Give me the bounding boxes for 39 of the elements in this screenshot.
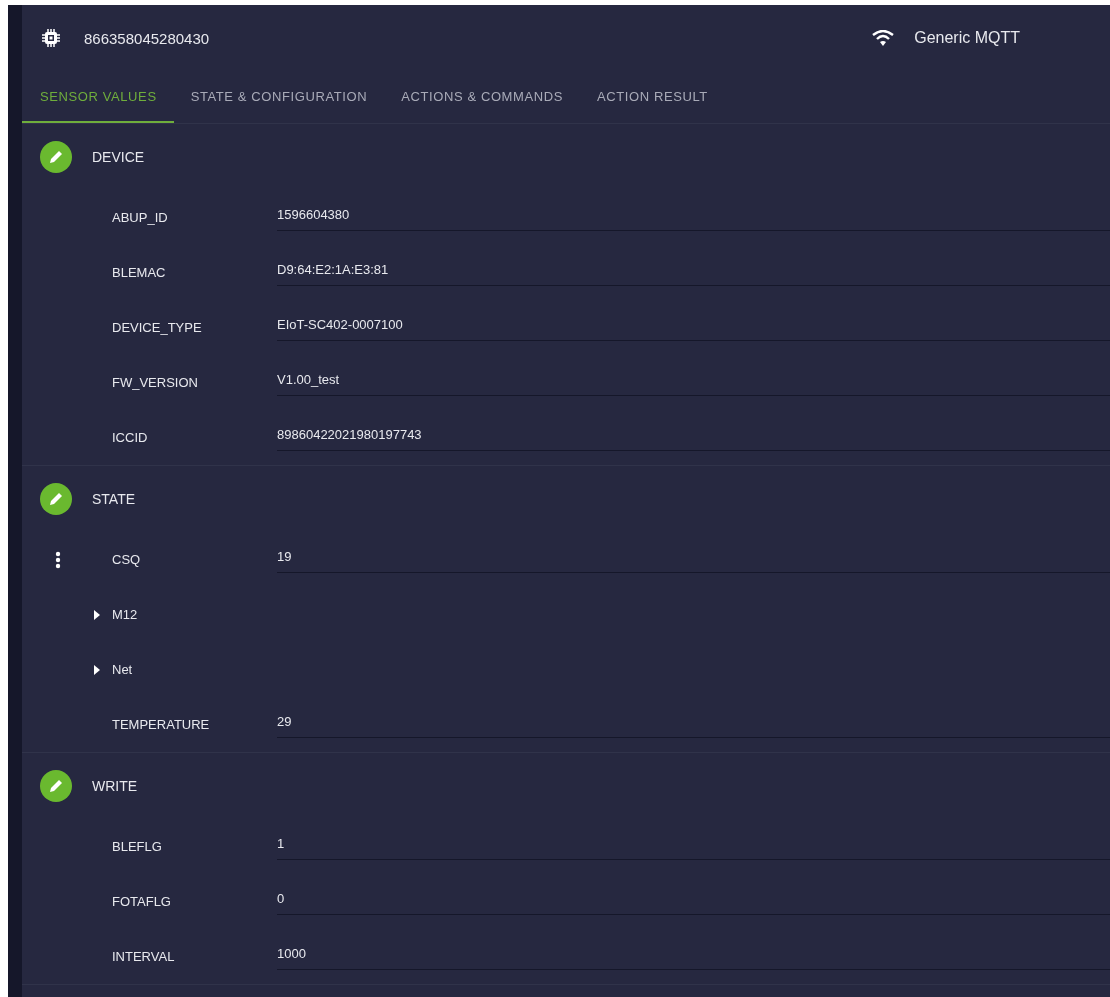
field-label: FOTAFLG xyxy=(112,894,171,909)
value-field[interactable]: EIoT-SC402-0007100 xyxy=(277,308,1110,341)
group-label[interactable]: Net xyxy=(112,662,133,677)
tab[interactable]: STATE & CONFIGURATION xyxy=(173,71,385,123)
field-label: BLEFLG xyxy=(112,839,162,854)
value-field[interactable]: 1 xyxy=(277,827,1110,860)
field-label: CSQ xyxy=(112,552,141,567)
more-icon[interactable] xyxy=(55,550,61,569)
value-field[interactable]: 29 xyxy=(277,705,1110,738)
caret-icon[interactable] xyxy=(93,664,101,675)
value-field[interactable]: D9:64:E2:1A:E3:81 xyxy=(277,253,1110,286)
caret-icon[interactable] xyxy=(93,609,101,620)
field-label: DEVICE_TYPE xyxy=(112,320,202,335)
section-title: DEVICE xyxy=(92,149,145,165)
pencil-icon[interactable] xyxy=(40,141,72,173)
tab[interactable]: ACTIONS & COMMANDS xyxy=(384,71,580,123)
value-field[interactable]: 1000 xyxy=(277,937,1110,970)
section-title: WRITE xyxy=(92,778,138,794)
value-field[interactable]: 1596604380 xyxy=(277,198,1110,231)
tab[interactable]: ACTION RESULT xyxy=(580,71,725,123)
tab[interactable]: SENSOR VALUES xyxy=(22,71,174,123)
value-field[interactable]: V1.00_test xyxy=(277,363,1110,396)
field-label: BLEMAC xyxy=(112,265,166,280)
field-label: FW_VERSION xyxy=(112,375,198,390)
field-label: ABUP_ID xyxy=(112,210,168,225)
pencil-icon[interactable] xyxy=(40,483,72,515)
wifi-icon xyxy=(872,30,895,46)
value-field[interactable]: 19 xyxy=(277,540,1110,573)
chip-icon xyxy=(42,29,60,47)
field-label: TEMPERATURE xyxy=(112,717,210,732)
field-label: INTERVAL xyxy=(112,949,175,964)
connection-name: Generic MQTT xyxy=(914,29,1020,47)
pencil-icon[interactable] xyxy=(40,770,72,802)
group-label[interactable]: M12 xyxy=(112,607,138,622)
value-field[interactable]: 89860422021980197743 xyxy=(277,418,1110,451)
device-id: 866358045280430 xyxy=(84,29,211,47)
section-title: STATE xyxy=(92,491,136,507)
field-label: ICCID xyxy=(112,430,148,445)
value-field[interactable]: 0 xyxy=(277,882,1110,915)
